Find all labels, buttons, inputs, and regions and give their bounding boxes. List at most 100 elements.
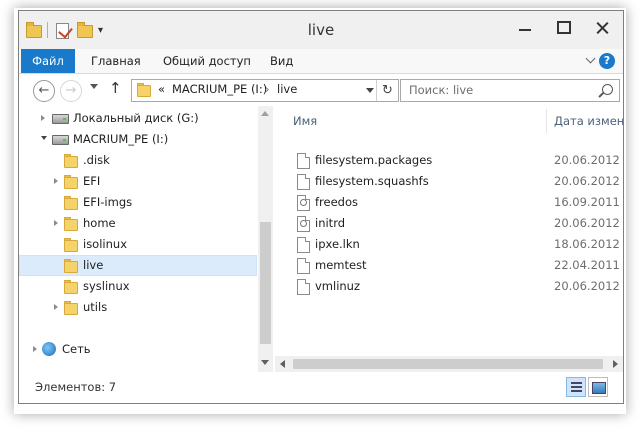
scroll-left-arrow-icon[interactable] [280, 360, 285, 368]
tree-item-syslinux[interactable]: syslinux [19, 276, 257, 297]
tree-item-live[interactable]: live [19, 255, 257, 276]
tab-share[interactable]: Общий доступ [163, 49, 251, 73]
file-row[interactable]: vmlinuz 20.06.2012 [275, 276, 623, 297]
navigation-bar: ← → ↑ « MACRIUM_PE (I:) › live ↻ Поиск: … [19, 74, 623, 106]
breadcrumb-overflow[interactable]: « [158, 82, 165, 96]
column-divider[interactable] [546, 109, 547, 133]
breadcrumb-live[interactable]: live [277, 82, 297, 96]
search-input[interactable]: Поиск: live [400, 79, 620, 102]
breadcrumb-separator[interactable]: › [265, 82, 270, 96]
tree-item-label: home [83, 216, 116, 230]
maximize-button[interactable] [551, 17, 575, 37]
expand-icon[interactable] [54, 178, 60, 184]
file-name: filesystem.packages [315, 153, 433, 167]
file-row[interactable]: filesystem.squashfs 20.06.2012 [275, 171, 623, 192]
large-icons-view-button[interactable] [588, 377, 608, 397]
minimize-button[interactable] [513, 17, 537, 37]
picture-icon [592, 382, 606, 394]
folder-icon [137, 83, 153, 97]
folder-icon [64, 154, 78, 168]
tree-item-home[interactable]: home [19, 213, 257, 234]
file-name: initrd [315, 216, 346, 230]
file-list: Имя Дата измен filesystem.packages 20.06… [275, 106, 623, 372]
file-date: 20.06.2012 [554, 174, 620, 188]
file-row[interactable]: filesystem.packages 20.06.2012 [275, 150, 623, 171]
file-date: 20.06.2012 [554, 153, 620, 167]
expand-icon[interactable] [54, 220, 60, 226]
file-name: vmlinuz [315, 279, 361, 293]
tab-file[interactable]: Файл [21, 49, 75, 73]
tab-home[interactable]: Главная [91, 49, 141, 73]
file-icon [297, 258, 310, 274]
folder-icon [64, 280, 78, 294]
scroll-up-arrow-icon[interactable] [261, 111, 269, 116]
tree-item-label: .disk [83, 153, 110, 167]
recent-locations-icon[interactable] [89, 84, 98, 92]
tree-item-isolinux[interactable]: isolinux [19, 234, 257, 255]
file-date: 18.06.2012 [554, 237, 620, 251]
tree-item-label: utils [83, 300, 108, 314]
refresh-button[interactable]: ↻ [376, 80, 398, 101]
column-header-date[interactable]: Дата измен [554, 110, 623, 132]
network-icon [42, 342, 56, 356]
tree-item-macrium-pe[interactable]: MACRIUM_PE (I:) [19, 129, 257, 150]
settings-file-icon [297, 195, 310, 211]
address-bar[interactable]: « MACRIUM_PE (I:) › live ↻ [131, 79, 399, 102]
folder-icon [64, 301, 78, 315]
forward-button[interactable]: → [60, 80, 82, 102]
tree-item-label: Сеть [62, 342, 91, 356]
scroll-right-arrow-icon[interactable] [613, 360, 618, 368]
file-date: 22.04.2011 [554, 258, 620, 272]
file-row[interactable]: memtest 22.04.2011 [275, 255, 623, 276]
expand-icon[interactable] [33, 346, 39, 352]
tab-view[interactable]: Вид [270, 49, 293, 73]
file-list-scrollbar[interactable] [275, 356, 623, 372]
tree-item-network[interactable]: Сеть [19, 339, 257, 360]
file-name: freedos [315, 195, 359, 209]
file-row[interactable]: initrd 20.06.2012 [275, 213, 623, 234]
file-row[interactable]: freedos 16.09.2011 [275, 192, 623, 213]
tree-item-label: MACRIUM_PE (I:) [73, 132, 169, 146]
help-icon[interactable]: ? [599, 53, 615, 69]
folder-icon [64, 259, 78, 273]
file-row[interactable]: ipxe.lkn 18.06.2012 [275, 234, 623, 255]
expand-ribbon-icon[interactable] [587, 55, 595, 63]
tree-item-efi-imgs[interactable]: EFI-imgs [19, 192, 257, 213]
explorer-window: ▾ live Файл Главная Общий доступ Вид ? ←… [18, 10, 624, 404]
tree-item-local-disk-g[interactable]: Локальный диск (G:) [19, 108, 257, 129]
back-button[interactable]: ← [33, 80, 55, 102]
title-bar: ▾ live [19, 11, 623, 49]
file-icon [297, 279, 310, 295]
details-view-button[interactable] [566, 377, 586, 397]
ribbon-tabs: Файл Главная Общий доступ Вид ? [19, 49, 623, 74]
collapse-icon[interactable] [41, 136, 47, 142]
navigation-pane-scrollbar[interactable] [258, 106, 273, 372]
tree-item-label: live [83, 258, 104, 272]
tree-item-label: Локальный диск (G:) [73, 111, 199, 125]
file-date: 16.09.2011 [554, 195, 620, 209]
close-button[interactable] [589, 17, 615, 37]
search-icon[interactable] [602, 84, 613, 95]
tree-item-utils[interactable]: utils [19, 297, 257, 318]
address-dropdown-icon[interactable] [366, 88, 374, 94]
file-date: 20.06.2012 [554, 216, 620, 230]
tree-item-label: EFI-imgs [83, 195, 133, 209]
file-name: filesystem.squashfs [315, 174, 429, 188]
tree-item-label: syslinux [83, 279, 130, 293]
scrollbar-thumb[interactable] [260, 222, 271, 344]
item-count: Элементов: 7 [35, 380, 117, 394]
drive-icon [52, 114, 69, 124]
expand-icon[interactable] [54, 304, 60, 310]
breadcrumb-drive[interactable]: MACRIUM_PE (I:) [172, 82, 267, 96]
scroll-down-arrow-icon[interactable] [261, 360, 269, 365]
tree-item-disk[interactable]: .disk [19, 150, 257, 171]
scrollbar-thumb[interactable] [293, 359, 603, 369]
expand-icon[interactable] [41, 115, 47, 121]
file-name: memtest [315, 258, 367, 272]
tree-item-efi[interactable]: EFI [19, 171, 257, 192]
up-button[interactable]: ↑ [109, 79, 122, 97]
column-header-name[interactable]: Имя [293, 110, 317, 132]
folder-icon [64, 175, 78, 189]
status-bar: Элементов: 7 [19, 373, 623, 403]
file-icon [297, 153, 310, 169]
